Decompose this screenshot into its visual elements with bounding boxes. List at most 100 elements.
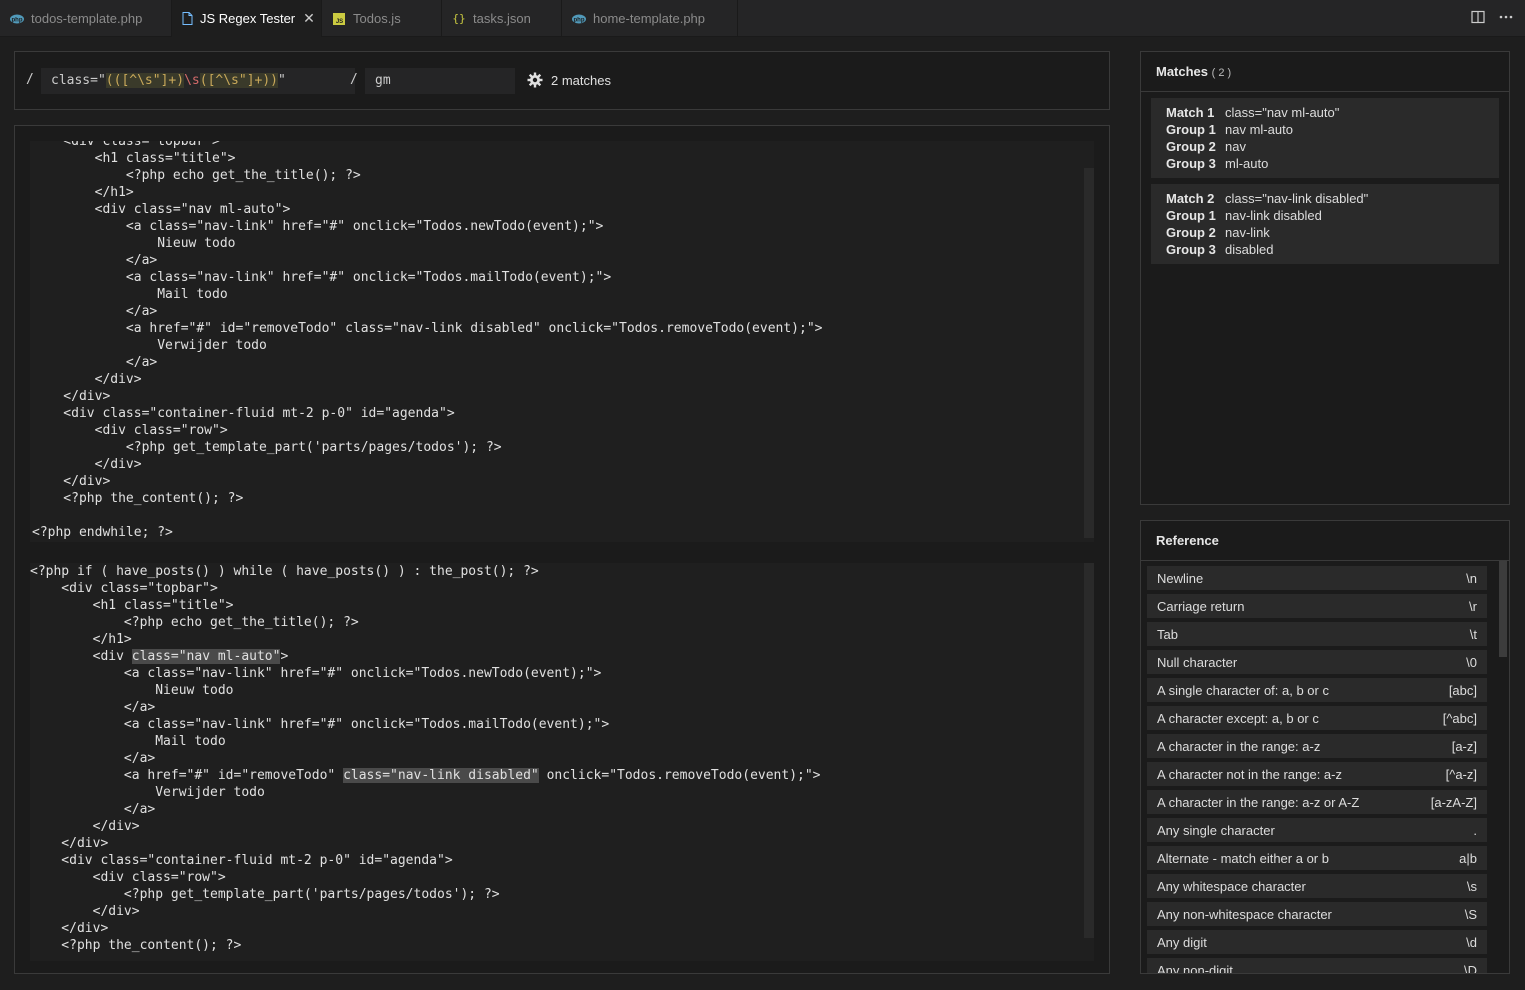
code-line: <a class="nav-link" href="#" onclick="To…	[30, 666, 602, 681]
code-pane-original[interactable]: <div class="topbar"> <h1 class="title"> …	[30, 141, 1094, 542]
reference-symbol: .	[1473, 822, 1477, 838]
code-line: </a>	[32, 355, 158, 370]
tab-home-template[interactable]: php home-template.php	[562, 0, 738, 37]
reference-item[interactable]: Null character \0	[1147, 650, 1487, 674]
reference-item[interactable]: Any non-whitespace character \S	[1147, 902, 1487, 926]
tab-js-regex-tester[interactable]: JS Regex Tester ✕	[172, 0, 322, 37]
match-count: 2 matches	[527, 72, 611, 88]
regex-group-open: ((	[105, 73, 122, 88]
reference-item[interactable]: Carriage return \r	[1147, 594, 1487, 618]
match-key: Group 3	[1166, 242, 1216, 257]
code-line: <?php endwhile; ?>	[32, 525, 173, 540]
code-line: <div class="row">	[30, 870, 226, 885]
code-line: </div>	[32, 474, 111, 489]
reference-item[interactable]: Alternate - match either a or b a|b	[1147, 846, 1487, 870]
match-row: Match 2 class="nav-link disabled"	[1166, 190, 1484, 207]
code-text: <div	[30, 649, 132, 664]
code-line: </div>	[30, 921, 109, 936]
reference-label: Any single character	[1157, 822, 1275, 838]
code-text: onclick="Todos.removeTodo(event);">	[538, 768, 821, 783]
reference-symbol: \r	[1469, 598, 1477, 614]
matches-title: Matches ( 2 )	[1141, 52, 1509, 92]
php-file-icon: php	[10, 12, 24, 26]
reference-item[interactable]: A character in the range: a-z or A-Z [a-z…	[1147, 790, 1487, 814]
reference-panel: Reference Newline \n Carriage return \r Tab \…	[1140, 520, 1510, 974]
code-line: <?php get_template_part('parts/pages/tod…	[32, 440, 502, 455]
more-actions-icon[interactable]	[1499, 10, 1513, 27]
tab-todos-js[interactable]: JS Todos.js	[322, 0, 442, 37]
tab-label: tasks.json	[473, 11, 531, 26]
regex-whitespace-escape: \s	[184, 73, 200, 88]
regex-prefix: class="	[51, 73, 106, 88]
reference-symbol: \t	[1469, 626, 1477, 642]
code-pane-matches[interactable]: <?php if ( have_posts() ) while ( have_p…	[30, 563, 1094, 961]
regex-char-class: [^\s"]	[207, 73, 255, 88]
regex-quantifier: +))	[254, 73, 279, 88]
reference-item[interactable]: Any non-digit \D	[1147, 958, 1487, 974]
code-line: <div class="topbar">	[30, 581, 218, 596]
code-line: <h1 class="title">	[30, 598, 234, 613]
reference-symbol: \D	[1464, 962, 1477, 974]
match-row: Group 2 nav	[1166, 138, 1484, 155]
reference-item[interactable]: Any single character.	[1147, 818, 1487, 842]
split-editor-icon[interactable]	[1471, 10, 1485, 27]
regex-group-open: (	[199, 73, 208, 88]
match-card: Match 1 class="nav ml-auto" Group 1 nav ml-…	[1151, 98, 1499, 178]
regex-input[interactable]: class="(([^\s"]+)\s([^\s"]+))"	[41, 68, 355, 94]
code-line: <div class="nav ml-auto">	[32, 202, 291, 217]
match-row: Group 2 nav-link	[1166, 224, 1484, 241]
code-line: <a href="#" id="removeTodo" class="nav-l…	[30, 767, 1094, 784]
scrollbar[interactable]	[1084, 563, 1094, 938]
match-value: nav-link	[1225, 225, 1270, 240]
code-line: <h1 class="title">	[32, 151, 236, 166]
reference-item[interactable]: A character except: a, b or c [^abc]	[1147, 706, 1487, 730]
reference-list: Newline \n Carriage return \r Tab \t Null char…	[1141, 561, 1509, 974]
reference-item[interactable]: Tab \t	[1147, 622, 1487, 646]
document-icon	[182, 12, 193, 26]
regex-flags-input[interactable]: gm	[365, 68, 515, 94]
reference-item[interactable]: Any whitespace character \s	[1147, 874, 1487, 898]
reference-symbol: [^a-z]	[1445, 766, 1477, 782]
code-line: </a>	[30, 802, 156, 817]
code-line: </a>	[30, 700, 156, 715]
code-line: </a>	[30, 751, 156, 766]
scrollbar[interactable]	[1499, 561, 1507, 657]
match-key: Match 1	[1166, 105, 1215, 120]
reference-symbol: [a-z]	[1451, 738, 1477, 754]
regex-char-class: [^\s"]	[121, 73, 169, 88]
reference-item[interactable]: A character in the range: a-z [a-z]	[1147, 734, 1487, 758]
reference-title: Reference	[1141, 521, 1509, 561]
reference-symbol: \s	[1466, 878, 1477, 894]
matches-count: ( 2 )	[1211, 67, 1232, 79]
code-line: <div class="nav ml-auto">	[30, 648, 1094, 665]
code-line: </a>	[32, 304, 158, 319]
code-line: </a>	[32, 253, 158, 268]
code-line: Nieuw todo	[32, 236, 236, 251]
scrollbar[interactable]	[1084, 168, 1094, 538]
matches-heading: Matches	[1156, 64, 1209, 79]
close-icon[interactable]: ✕	[303, 10, 315, 27]
test-text-editor: <div class="topbar"> <h1 class="title"> …	[14, 125, 1110, 974]
match-value: disabled	[1225, 242, 1274, 257]
code-text: <a href="#" id="removeTodo"	[30, 768, 344, 783]
pane-divider[interactable]	[30, 542, 1094, 563]
gear-icon[interactable]	[527, 72, 543, 88]
reference-item[interactable]: Any digit \d	[1147, 930, 1487, 954]
match-value: nav	[1225, 139, 1246, 154]
reference-symbol: [^abc]	[1442, 710, 1477, 726]
code-line: <?php if ( have_posts() ) while ( have_p…	[30, 564, 539, 579]
code-line: </h1>	[32, 185, 134, 200]
match-key: Match 2	[1166, 191, 1215, 206]
reference-item[interactable]: A character not in the range: a-z [^a-z]	[1147, 762, 1487, 786]
code-line: <a class="nav-link" href="#" onclick="To…	[32, 270, 612, 285]
reference-label: Null character	[1157, 654, 1238, 670]
tab-todos-template[interactable]: php todos-template.php	[0, 0, 172, 37]
regex-bar: / class="(([^\s"]+)\s([^\s"]+))" / gm 2 …	[14, 51, 1110, 110]
reference-label: Any whitespace character	[1157, 878, 1306, 894]
reference-item[interactable]: Newline \n	[1147, 566, 1487, 590]
regex-suffix: "	[278, 73, 286, 88]
code-line: Verwijder todo	[30, 785, 265, 800]
code-line: <?php the_content(); ?>	[32, 491, 244, 506]
reference-item[interactable]: A single character of: a, b or c [abc]	[1147, 678, 1487, 702]
tab-tasks-json[interactable]: {} tasks.json	[442, 0, 562, 37]
